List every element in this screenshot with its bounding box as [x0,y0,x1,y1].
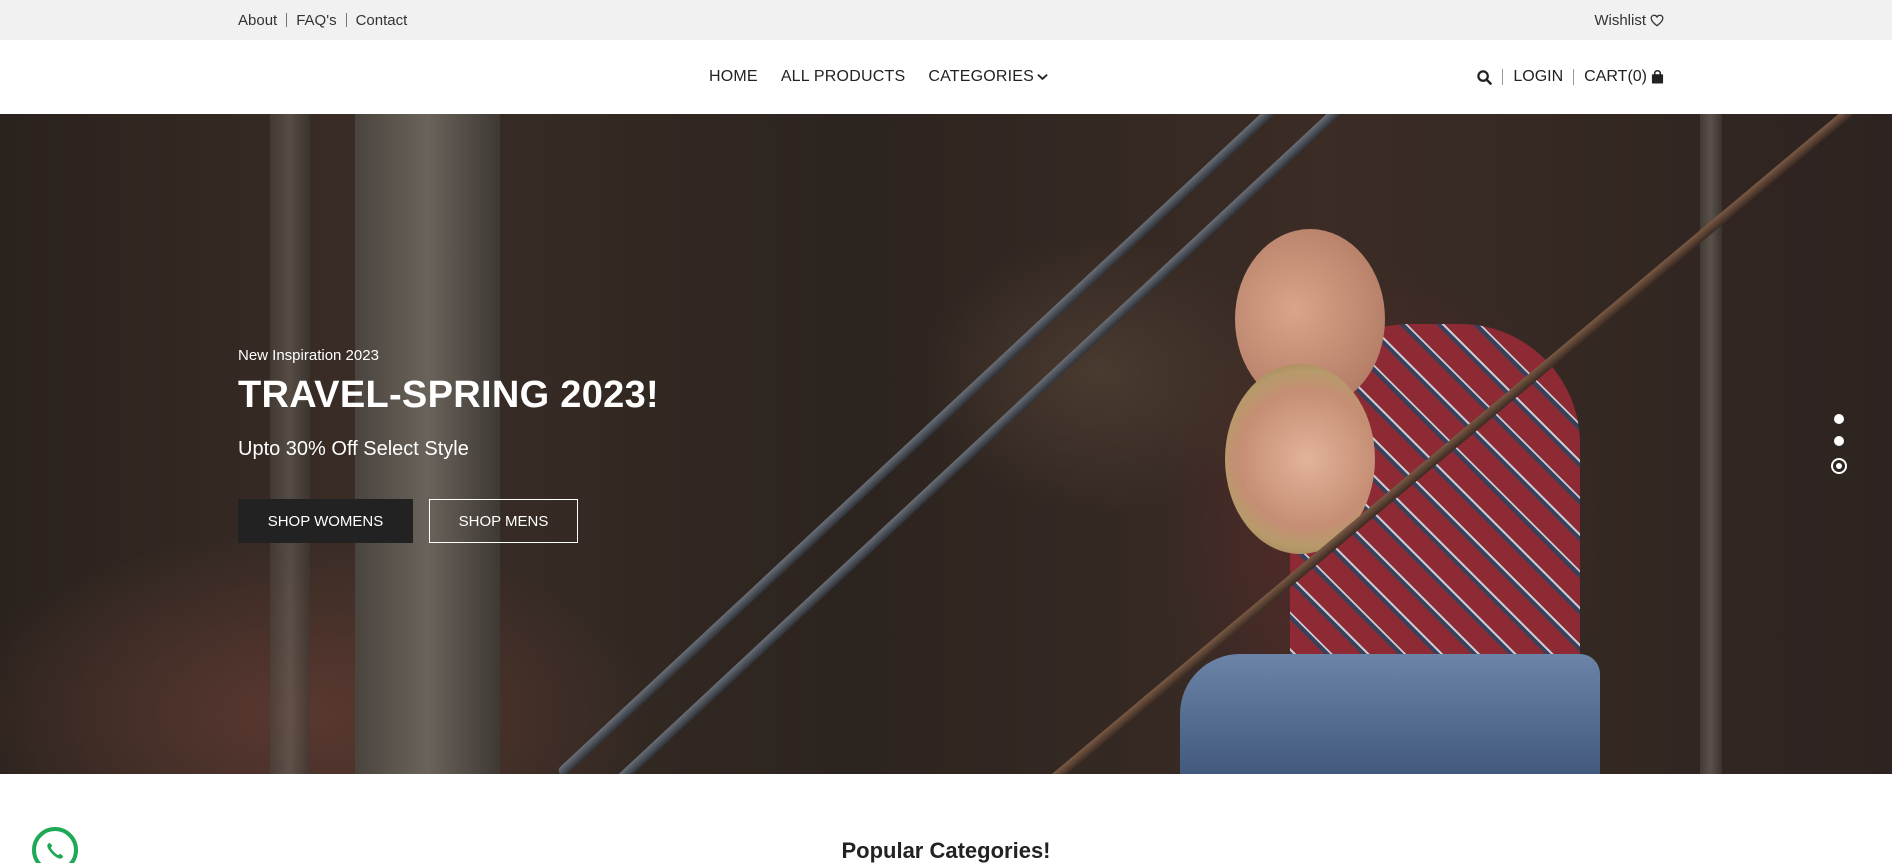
nav-all-products-label: ALL PRODUCTS [780,68,906,85]
about-link[interactable]: About [238,12,277,29]
heart-icon [1650,14,1664,27]
hero-subheading: Upto 30% Off Select Style [238,438,469,460]
main-header: HOME ALL PRODUCTS CATEGORIES LOGIN CART(… [0,40,1892,114]
nav-all-products[interactable]: ALL PRODUCTS [781,68,906,86]
nav-home[interactable]: HOME [709,68,758,86]
search-icon[interactable] [1477,69,1493,85]
shop-womens-button[interactable]: SHOP WOMENS [238,499,413,543]
divider [286,13,288,27]
shop-mens-button[interactable]: SHOP MENS [429,499,578,543]
slider-dot-2[interactable] [1834,436,1844,446]
hero-headline: TRAVEL-SPRING 2023! [238,374,659,416]
cart-label: CART(0) [1584,68,1647,85]
top-links: About FAQ's Contact [238,0,407,40]
whatsapp-icon [47,842,64,859]
wishlist-label: Wishlist [1594,11,1646,29]
nav-home-label: HOME [709,68,758,85]
hero-photo-figure [1180,654,1600,774]
nav-categories[interactable]: CATEGORIES [928,68,1048,86]
divider [345,13,347,27]
whatsapp-button[interactable] [32,827,78,863]
wishlist-link[interactable]: Wishlist [1594,0,1664,40]
slider-pagination [1831,414,1847,486]
nav-categories-label: CATEGORIES [928,68,1035,85]
header-actions: LOGIN CART(0) [1477,40,1664,114]
slider-dot-3[interactable] [1831,458,1847,474]
popular-categories-title: Popular Categories! [841,838,1051,863]
divider [1502,69,1504,85]
faqs-link[interactable]: FAQ's [296,12,336,29]
slider-dot-1[interactable] [1834,414,1844,424]
hero-slider: New Inspiration 2023 TRAVEL-SPRING 2023!… [0,114,1892,774]
contact-link[interactable]: Contact [356,12,408,29]
divider [1573,69,1575,85]
cart-link[interactable]: CART(0) [1584,68,1664,86]
login-link[interactable]: LOGIN [1513,68,1563,86]
chevron-down-icon [1037,74,1048,81]
top-utility-bar: About FAQ's Contact Wishlist [0,0,1892,40]
hero-eyebrow: New Inspiration 2023 [238,347,379,364]
main-nav: HOME ALL PRODUCTS CATEGORIES [709,40,1071,114]
shopping-bag-icon [1651,70,1664,84]
